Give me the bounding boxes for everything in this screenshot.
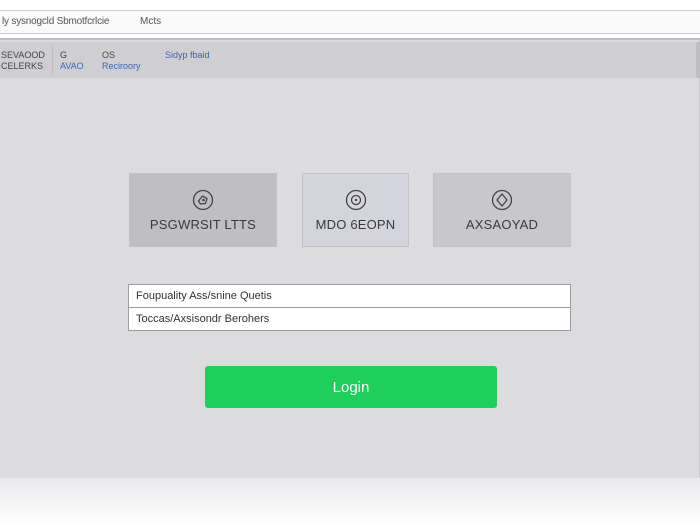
app-window: ly sysnogcld Sbmotfcrlcie Mcts SEVAOOD C…: [0, 0, 700, 478]
toolbar-item-bottom: AVAO: [60, 61, 84, 71]
toolbar-item-0[interactable]: SEVAOOD CELERKS: [1, 50, 45, 72]
toolbar-item-2[interactable]: OS Reciroory: [102, 50, 141, 72]
toolbar-item-1[interactable]: G AVAO: [60, 50, 84, 72]
toolbar-item-bottom: Reciroory: [102, 61, 141, 71]
toolbar-item-top: OS: [102, 50, 116, 60]
toolbar-edge: [696, 42, 700, 78]
tile-0[interactable]: PSGWRSIT LTTS: [129, 173, 277, 247]
tile-label: MDO 6EOPN: [315, 216, 396, 232]
first-input[interactable]: [128, 284, 571, 308]
toolbar-item-3[interactable]: Sidyp fbaid: [165, 50, 210, 61]
toolbar-item-top: G: [60, 50, 68, 60]
tile-1[interactable]: MDO 6EOPN: [302, 173, 409, 247]
window-title: ly sysnogcld Sbmotfcrlcie: [2, 16, 110, 27]
tile-label: PSGWRSIT LTTS: [149, 216, 257, 232]
toolbar: SEVAOOD CELERKS G AVAO OS Reciroory Sidy…: [0, 42, 700, 78]
toolbar-item-bottom: Sidyp fbaid: [165, 50, 210, 60]
target-icon: [345, 189, 366, 210]
login-button[interactable]: Login: [205, 366, 497, 408]
toolbar-divider: [52, 46, 53, 74]
tile-label: AXSAOYAD: [465, 216, 539, 232]
second-input[interactable]: [128, 307, 571, 331]
tile-2[interactable]: AXSAOYAD: [433, 173, 571, 247]
title-strip: ly sysnogcld Sbmotfcrlcie Mcts: [0, 10, 700, 34]
toolbar-item-bottom: CELERKS: [1, 61, 44, 71]
diamond-icon: [491, 189, 513, 210]
menu-item[interactable]: Mcts: [140, 16, 161, 27]
title-bar: ly sysnogcld Sbmotfcrlcie Mcts: [0, 0, 700, 40]
tag-icon: [192, 189, 214, 210]
toolbar-item-top: SEVAOOD: [1, 50, 45, 60]
page-shadow: [0, 478, 700, 525]
